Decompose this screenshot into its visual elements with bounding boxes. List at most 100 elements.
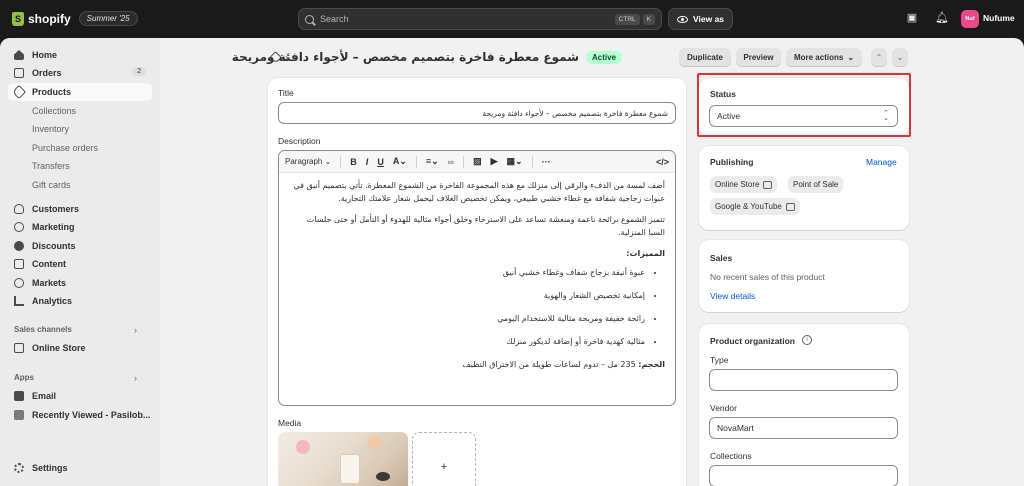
app-icon: [14, 410, 24, 420]
sidebar-item-recently-viewed[interactable]: Recently Viewed - Pasilob...: [8, 406, 152, 424]
store-icon[interactable]: ▣: [906, 12, 918, 24]
collections-input[interactable]: [709, 465, 898, 486]
sidebar-item-orders[interactable]: Orders 2: [8, 64, 152, 82]
publishing-card: Publishing Manage Online Store Point of …: [699, 146, 909, 230]
page-title: شموع معطرة فاخرة بتصميم مخصص – لأجواء دا…: [231, 50, 579, 64]
sidebar-item-label: Marketing: [32, 222, 75, 232]
channel-point-of-sale[interactable]: Point of Sale: [788, 176, 844, 193]
bell-icon[interactable]: 🔔︎: [935, 12, 949, 24]
sidebar-item-markets[interactable]: Markets: [8, 274, 152, 292]
top-bar: S shopify Summer '25 Search CTRL K View …: [0, 0, 1024, 38]
product-details-card: Title شموع معطرة فاخرة بتصميم مخصص – لأج…: [268, 78, 686, 486]
sidebar-item-analytics[interactable]: Analytics: [8, 292, 152, 310]
status-highlight-box: [697, 73, 911, 137]
toolbar-divider: [531, 155, 533, 168]
sidebar-item-gift-cards[interactable]: Gift cards: [8, 176, 152, 194]
sidebar-item-online-store[interactable]: Online Store: [8, 339, 152, 357]
eye-icon: [677, 15, 688, 23]
sidebar-item-customers[interactable]: Customers: [8, 200, 152, 218]
type-label: Type: [710, 355, 729, 365]
info-icon[interactable]: i: [802, 335, 812, 345]
italic-icon[interactable]: I: [366, 157, 369, 167]
chevron-right-icon[interactable]: ›: [134, 325, 137, 335]
view-as-button[interactable]: View as: [668, 8, 734, 30]
shortcut-ctrl: CTRL: [614, 13, 640, 25]
image-icon[interactable]: ▨: [473, 156, 482, 167]
size-text: 235 مل – تدوم لساعات طويلة من الاحتراق ا…: [462, 360, 636, 369]
toolbar-divider: [340, 155, 342, 168]
list-item: مثالية كهدية فاخرة أو إضافة لديكور منزلك: [289, 335, 645, 348]
chevron-right-icon[interactable]: ›: [134, 373, 137, 383]
more-actions-button[interactable]: More actions ⌄: [786, 48, 862, 67]
chart-icon: [14, 296, 24, 306]
sidebar-item-products[interactable]: Products: [8, 83, 152, 101]
globe-icon: [14, 278, 24, 288]
text-color-icon[interactable]: A⌄: [393, 156, 407, 167]
sidebar-item-inventory[interactable]: Inventory: [8, 120, 152, 138]
search-bar[interactable]: Search CTRL K: [298, 8, 662, 30]
user-name[interactable]: Nufume: [983, 13, 1015, 23]
more-icon[interactable]: ···: [542, 157, 551, 167]
sidebar-item-discounts[interactable]: Discounts: [8, 237, 152, 255]
video-icon[interactable]: ▶: [491, 156, 498, 167]
sidebar-item-label: Products: [32, 87, 72, 97]
link-icon[interactable]: ∞: [448, 157, 454, 167]
channel-label: Google & YouTube: [715, 202, 782, 211]
add-media-button[interactable]: +: [412, 432, 476, 486]
vendor-input[interactable]: NovaMart: [709, 417, 898, 439]
edition-badge[interactable]: Summer '25: [78, 11, 138, 26]
sidebar-item-purchase-orders[interactable]: Purchase orders: [8, 139, 152, 157]
candle-jar: [340, 454, 360, 484]
align-icon[interactable]: ≡⌄: [426, 156, 439, 167]
calendar-icon: [763, 180, 773, 189]
shopify-logo[interactable]: S shopify Summer '25: [12, 11, 138, 26]
sidebar-item-home[interactable]: Home: [8, 46, 152, 64]
avatar[interactable]: Nuf: [961, 10, 979, 28]
paragraph-select[interactable]: Paragraph ⌄: [285, 157, 331, 166]
content-icon: [14, 259, 24, 269]
duplicate-button[interactable]: Duplicate: [679, 48, 731, 67]
channel-google-youtube[interactable]: Google & YouTube: [710, 198, 800, 215]
flower-decoration: [368, 436, 382, 450]
description-editor[interactable]: Paragraph ⌄ B I U A⌄ ≡⌄ ∞ ▨ ▶ ▦⌄ ··· </>…: [278, 150, 676, 406]
channel-online-store[interactable]: Online Store: [710, 176, 778, 193]
home-icon: [14, 50, 24, 60]
inbox-icon: [14, 68, 24, 78]
product-organization-card: Product organization i Type Vendor NovaM…: [699, 324, 909, 486]
type-input[interactable]: [709, 369, 898, 391]
product-image[interactable]: [278, 432, 408, 486]
search-placeholder: Search: [320, 14, 349, 24]
sidebar-item-content[interactable]: Content: [8, 255, 152, 273]
view-details-link[interactable]: View details: [710, 291, 755, 301]
sidebar-item-settings[interactable]: Settings: [8, 459, 152, 477]
sidebar-item-label: Recently Viewed - Pasilob...: [32, 410, 151, 420]
sidebar-item-email[interactable]: Email: [8, 387, 152, 405]
chevron-down-icon: ⌄: [847, 53, 855, 62]
list-item: عبوة أنيقة بزجاج شفاف وغطاء خشبي أنيق: [289, 266, 645, 279]
description-paragraph: أضف لمسة من الدفء والرقي إلى منزلك مع هذ…: [293, 181, 665, 203]
sidebar-item-label: Content: [32, 259, 66, 269]
toolbar-divider: [415, 155, 417, 168]
code-view-icon[interactable]: </>: [656, 157, 669, 167]
sidebar-item-marketing[interactable]: Marketing: [8, 218, 152, 236]
target-icon: [14, 222, 24, 232]
sales-label: Sales: [710, 253, 733, 263]
title-label: Title: [278, 88, 294, 98]
preview-button[interactable]: Preview: [736, 48, 781, 67]
apps-heading: Apps: [14, 373, 34, 382]
sales-channels-heading: Sales channels: [14, 325, 72, 334]
sidebar-item-collections[interactable]: Collections: [8, 102, 152, 120]
manage-link[interactable]: Manage: [866, 157, 897, 167]
media-label: Media: [278, 418, 302, 428]
next-product-button[interactable]: ⌄: [892, 48, 908, 67]
calendar-icon: [785, 202, 795, 211]
underline-icon[interactable]: U: [377, 157, 384, 167]
title-input[interactable]: شموع معطرة فاخرة بتصميم مخصص – لأجواء دا…: [278, 102, 676, 124]
editor-content[interactable]: أضف لمسة من الدفء والرقي إلى منزلك مع هذ…: [279, 173, 675, 377]
bold-icon[interactable]: B: [350, 157, 357, 167]
search-icon: [305, 14, 314, 24]
previous-product-button[interactable]: ⌃: [871, 48, 887, 67]
sidebar-item-transfers[interactable]: Transfers: [8, 157, 152, 175]
table-icon[interactable]: ▦⌄: [507, 156, 523, 167]
gear-icon: [14, 463, 24, 473]
